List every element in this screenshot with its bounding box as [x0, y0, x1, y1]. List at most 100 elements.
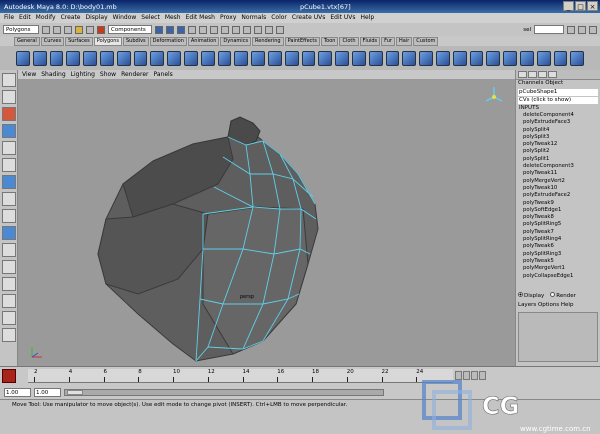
history-node[interactable]: polyTweak8	[518, 214, 598, 221]
shelf-tool-icon[interactable]	[116, 50, 131, 66]
render-radio[interactable]: Render	[550, 292, 576, 299]
menu-modify[interactable]: Modify	[36, 14, 56, 22]
menu-proxy[interactable]: Proxy	[220, 14, 236, 22]
lasso-tool-icon[interactable]	[1, 90, 16, 104]
menu-edit-uvs[interactable]: Edit UVs	[330, 14, 355, 22]
history-node[interactable]: polyTweak10	[518, 185, 598, 192]
layer-editor-toggle-icon[interactable]	[528, 71, 537, 78]
rotate-tool-icon[interactable]	[1, 141, 16, 155]
select-component-icon[interactable]	[97, 25, 105, 34]
snap-grid-icon[interactable]	[188, 25, 196, 34]
shelf-tab-subdivs[interactable]: Subdivs	[123, 37, 149, 46]
history-node[interactable]: deleteComponent3	[518, 163, 598, 170]
render-icon[interactable]	[254, 25, 262, 34]
single-perspective-layout-icon[interactable]	[1, 243, 16, 257]
layer-list[interactable]	[518, 312, 598, 362]
history-node[interactable]: polyTweak9	[518, 200, 598, 207]
history-node[interactable]: polySplit1	[518, 156, 598, 163]
shelf-tool-icon[interactable]	[251, 50, 265, 66]
shelf-tool-icon[interactable]	[402, 50, 417, 66]
shelf-tool-icon[interactable]	[183, 50, 198, 66]
make-live-icon[interactable]	[232, 25, 240, 34]
shelf-tab-toon[interactable]: Toon	[320, 37, 339, 46]
soft-modification-icon[interactable]	[1, 192, 16, 206]
shelf-tab-hair[interactable]: Hair	[395, 37, 413, 46]
shelf-tab-rendering[interactable]: Rendering	[252, 37, 284, 46]
shelf-tool-icon[interactable]	[351, 50, 366, 66]
range-handle[interactable]	[67, 389, 83, 395]
shelf-tab-dynamics[interactable]: Dynamics	[220, 37, 252, 46]
shelf-tab-cloth[interactable]: Cloth	[339, 37, 359, 46]
history-node[interactable]: polySplit2	[518, 148, 598, 155]
shelf-tool-icon[interactable]	[435, 50, 450, 66]
menu-mesh[interactable]: Mesh	[165, 14, 181, 22]
shape-node-label[interactable]: pCubeShape1	[518, 89, 598, 96]
shelf-tool-icon[interactable]	[32, 50, 47, 66]
snap-curve-icon[interactable]	[199, 25, 207, 34]
history-icon[interactable]	[243, 25, 251, 34]
save-scene-icon[interactable]	[64, 25, 72, 34]
panel-menu-panels[interactable]: Panels	[153, 71, 172, 78]
shelf-tab-animation[interactable]: Animation	[187, 37, 220, 46]
history-node[interactable]: polySplitRing5	[518, 221, 598, 228]
shelf-tool-icon[interactable]	[503, 50, 517, 66]
menu-edit-mesh[interactable]: Edit Mesh	[186, 14, 215, 22]
panel-menu-view[interactable]: View	[22, 71, 36, 78]
history-node[interactable]: polySplit3	[518, 134, 598, 141]
perspective-viewport[interactable]	[18, 79, 515, 366]
channel-box-toggle-icon[interactable]	[518, 71, 527, 78]
render-globals-icon[interactable]	[276, 25, 284, 34]
menu-create[interactable]: Create	[61, 14, 81, 22]
select-hierarchy-icon[interactable]	[75, 25, 83, 34]
hypershade-layout-icon[interactable]	[1, 311, 16, 325]
shelf-tool-icon[interactable]	[536, 50, 551, 66]
playback-start-field[interactable]: 1.00	[34, 387, 61, 397]
four-view-layout-icon[interactable]	[1, 260, 16, 274]
history-node[interactable]: polyTweak11	[518, 170, 598, 177]
mode-menu-select[interactable]: Polygons	[3, 25, 39, 34]
menu-select[interactable]: Select	[141, 14, 160, 22]
custom-layout-icon[interactable]	[1, 328, 16, 342]
shelf-tab-custom[interactable]: Custom	[413, 37, 439, 46]
menu-window[interactable]: Window	[113, 14, 137, 22]
history-node[interactable]: polyCollapseEdge1	[518, 273, 598, 280]
shelf-tool-icon[interactable]	[49, 50, 64, 66]
shelf-tool-icon[interactable]	[570, 50, 585, 66]
maximize-button[interactable]: □	[575, 1, 586, 11]
shelf-tab-polygons[interactable]: Polygons	[93, 37, 122, 46]
move-tool-icon[interactable]	[1, 124, 16, 138]
menu-display[interactable]: Display	[86, 14, 108, 22]
show-manipulator-icon[interactable]	[1, 209, 16, 223]
shelf-tool-icon[interactable]	[267, 50, 282, 66]
menu-edit[interactable]: Edit	[19, 14, 31, 22]
shelf-tool-icon[interactable]	[16, 50, 30, 66]
layers-menu[interactable]: Layers Options Help	[518, 302, 573, 308]
shelf-tab-curves[interactable]: Curves	[40, 37, 65, 46]
shelf-tab-fur[interactable]: Fur	[381, 37, 395, 46]
menu-create-uvs[interactable]: Create UVs	[292, 14, 325, 22]
shelf-tab-painteffects[interactable]: PaintEffects	[284, 37, 320, 46]
snap-point-icon[interactable]	[210, 25, 218, 34]
ipr-render-icon[interactable]	[265, 25, 273, 34]
range-slider-bar[interactable]	[64, 388, 384, 396]
history-node[interactable]: polyExtrudeFace2	[518, 192, 598, 199]
shelf-tool-icon[interactable]	[368, 50, 383, 66]
shelf-tool-icon[interactable]	[469, 50, 484, 66]
channel-box-menu[interactable]: Channels Object	[516, 80, 600, 88]
select-object-icon[interactable]	[86, 25, 94, 34]
shelf-tool-icon[interactable]	[452, 50, 467, 66]
display-radio[interactable]: Display	[518, 292, 544, 299]
scale-tool-icon[interactable]	[1, 158, 16, 172]
shelf-tool-icon[interactable]	[335, 50, 349, 66]
shelf-tool-icon[interactable]	[217, 50, 232, 66]
shelf-tool-icon[interactable]	[318, 50, 333, 66]
history-node[interactable]: polyMergeVert2	[518, 178, 598, 185]
history-node[interactable]: polySplit4	[518, 127, 598, 134]
history-node[interactable]: polySplitRing4	[518, 236, 598, 243]
menu-color[interactable]: Color	[271, 14, 287, 22]
both-toggle-icon[interactable]	[538, 71, 547, 78]
shelf-tool-icon[interactable]	[301, 50, 316, 66]
panel-menu-renderer[interactable]: Renderer	[121, 71, 148, 78]
shelf-tab-general[interactable]: General	[14, 37, 40, 46]
last-tool-icon[interactable]	[1, 226, 16, 240]
